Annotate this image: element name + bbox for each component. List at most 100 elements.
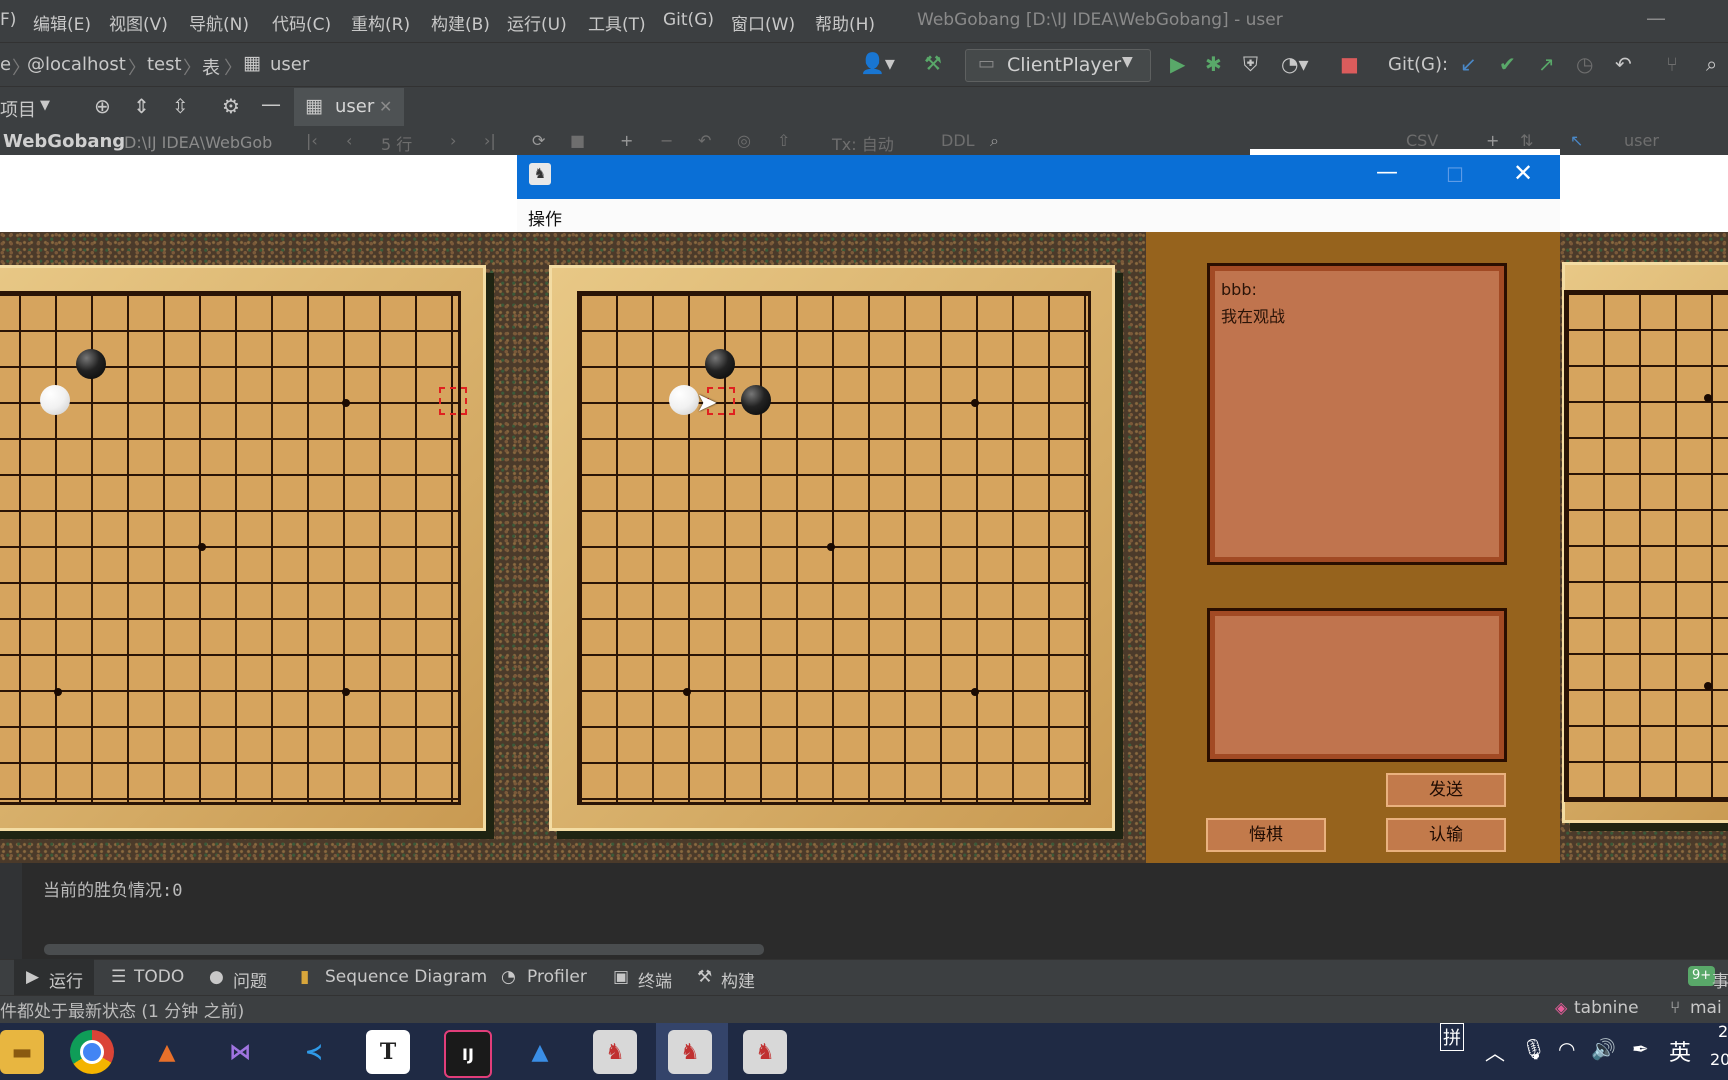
profiler-icon[interactable]: ◔▾ (1281, 52, 1309, 76)
project-view-dropdown[interactable]: 项目 (0, 96, 36, 122)
hide-minus-icon[interactable]: — (261, 92, 281, 116)
reload-icon[interactable]: ⟳ (532, 131, 545, 150)
tool-tab-profiler[interactable]: Profiler (527, 967, 587, 987)
git-branch-icon[interactable]: ⑂ (1666, 52, 1678, 76)
add-row-icon[interactable]: + (620, 131, 633, 150)
java-app-icon[interactable]: ♞ (593, 1030, 637, 1074)
rows-count-dropdown[interactable]: 5 行 (381, 131, 412, 155)
close-tab-icon[interactable]: ✕ (379, 97, 392, 116)
pen-icon[interactable]: ✒ (1632, 1037, 1649, 1061)
import-icon[interactable]: + (1486, 131, 1499, 150)
left-board-grid[interactable] (0, 291, 461, 805)
menu-help[interactable]: 帮助(H) (815, 10, 875, 35)
gear-icon[interactable]: ⚙ (222, 94, 240, 118)
breadcrumb-item[interactable]: e (0, 54, 11, 75)
menu-edit[interactable]: 编辑(E) (33, 10, 91, 35)
ime-mode-indicator[interactable]: 拼 (1440, 1023, 1464, 1051)
debug-bug-icon[interactable]: ✱ (1205, 52, 1222, 76)
intellij-icon[interactable]: IJ (444, 1030, 492, 1078)
menu-refactor[interactable]: 重构(R) (351, 10, 410, 35)
breadcrumb-item[interactable]: 表 (202, 54, 220, 80)
breadcrumb-item[interactable]: @localhost (27, 54, 126, 75)
minimize-icon[interactable]: — (1376, 160, 1398, 185)
tool-tab-terminal[interactable]: 终端 (638, 967, 672, 992)
chat-input-box[interactable] (1207, 608, 1507, 762)
expand-all-icon[interactable]: ⇕ (133, 94, 150, 118)
user-profile-icon[interactable]: 👤▾ (860, 51, 895, 75)
menu-tools[interactable]: 工具(T) (588, 10, 646, 35)
search-everywhere-icon[interactable]: ⌕ (1706, 52, 1717, 76)
right-board-grid[interactable] (1564, 290, 1728, 802)
tool-tab-problems[interactable]: 问题 (233, 967, 267, 992)
stop-icon[interactable]: ■ (1340, 52, 1359, 76)
clock-time-partial[interactable]: 2 (1718, 1022, 1728, 1041)
menu-file[interactable]: F) (0, 10, 16, 30)
tx-mode-dropdown[interactable]: Tx: 自动 (832, 131, 894, 155)
next-page-icon[interactable]: › (450, 131, 456, 150)
git-commit-check-icon[interactable]: ✔ (1499, 52, 1516, 76)
menu-navigate[interactable]: 导航(N) (189, 10, 249, 35)
prev-page-icon[interactable]: ‹ (346, 131, 352, 150)
volume-icon[interactable]: 🔊 (1591, 1037, 1616, 1061)
submit-icon[interactable]: ⇧ (777, 131, 790, 150)
git-branch-name[interactable]: mai (1690, 998, 1722, 1018)
last-page-icon[interactable]: ›| (484, 131, 496, 150)
menu-operations[interactable]: 操作 (528, 205, 562, 230)
project-name[interactable]: WebGobang (3, 131, 125, 152)
vscode-icon[interactable]: ≺ (292, 1030, 336, 1074)
run-icon[interactable]: ▶ (1170, 52, 1185, 76)
chevron-up-icon[interactable]: ︿ (1485, 1037, 1505, 1066)
matlab-icon[interactable]: ▲ (145, 1030, 189, 1074)
microphone-icon[interactable]: 🎙 (1521, 1037, 1546, 1061)
git-push-icon[interactable]: ↗ (1538, 52, 1555, 76)
git-rollback-icon[interactable]: ↶ (1615, 52, 1632, 76)
java-app-icon[interactable]: ♞ (743, 1030, 787, 1074)
tool-tab-todo[interactable]: TODO (134, 967, 184, 987)
menu-window[interactable]: 窗口(W) (731, 10, 795, 35)
git-update-icon[interactable]: ↙ (1460, 52, 1477, 76)
search-icon[interactable]: ⌕ (990, 131, 999, 151)
chrome-icon[interactable] (70, 1030, 114, 1074)
export-format-dropdown[interactable]: CSV (1406, 131, 1438, 150)
tool-tab-build[interactable]: 构建 (721, 967, 755, 992)
close-icon[interactable]: ✕ (1513, 159, 1533, 187)
game-window-titlebar[interactable] (517, 155, 1560, 199)
view-icon[interactable]: ◎ (737, 131, 751, 150)
first-page-icon[interactable]: |‹ (306, 131, 318, 150)
maximize-icon[interactable]: ☐ (1446, 163, 1464, 187)
breadcrumb-item[interactable]: test (147, 54, 182, 75)
horizontal-scrollbar[interactable] (44, 944, 764, 955)
wifi-icon[interactable]: ◠ (1558, 1037, 1575, 1061)
build-hammer-icon[interactable]: ⚒ (924, 51, 942, 75)
menu-code[interactable]: 代码(C) (272, 10, 331, 35)
menu-view[interactable]: 视图(V) (109, 10, 168, 35)
revert-icon[interactable]: ↶ (698, 131, 711, 150)
git-history-clock-icon[interactable]: ◷ (1576, 52, 1593, 76)
ide-minimize-icon[interactable]: — (1646, 6, 1666, 30)
transpose-icon[interactable]: ↖ (1570, 131, 1583, 150)
user-selector-dropdown[interactable]: user (1624, 131, 1659, 150)
input-language-label[interactable]: 英 (1669, 1035, 1691, 1067)
undo-move-button[interactable]: 悔棋 (1206, 818, 1326, 852)
coverage-shield-icon[interactable]: ⛨ (1243, 52, 1258, 76)
collapse-all-icon[interactable]: ⇳ (172, 94, 189, 118)
ddl-button[interactable]: DDL (941, 131, 975, 150)
compare-icon[interactable]: ⇅ (1520, 131, 1533, 150)
tool-tab-run[interactable]: 运行 (49, 967, 83, 992)
tool-tab-sequence-diagram[interactable]: Sequence Diagram (325, 967, 487, 987)
resign-button[interactable]: 认输 (1386, 818, 1506, 852)
delete-row-icon[interactable]: − (660, 131, 673, 150)
tabnine-label[interactable]: tabnine (1574, 998, 1639, 1018)
menu-build[interactable]: 构建(B) (431, 10, 490, 35)
menu-run[interactable]: 运行(U) (507, 10, 567, 35)
remote-desktop-icon[interactable]: ▲ (518, 1030, 562, 1074)
typora-icon[interactable]: T (366, 1030, 410, 1074)
stop-query-icon[interactable]: ■ (570, 131, 585, 150)
event-log-label[interactable]: 事 (1712, 967, 1728, 992)
java-app-icon[interactable]: ♞ (668, 1030, 712, 1074)
file-explorer-icon[interactable]: ▬ (0, 1030, 44, 1074)
visual-studio-icon[interactable]: ⋈ (218, 1030, 262, 1074)
menu-git[interactable]: Git(G) (663, 10, 714, 30)
clock-date-partial[interactable]: 20 (1710, 1050, 1728, 1069)
locate-crosshair-icon[interactable]: ⊕ (94, 94, 111, 118)
